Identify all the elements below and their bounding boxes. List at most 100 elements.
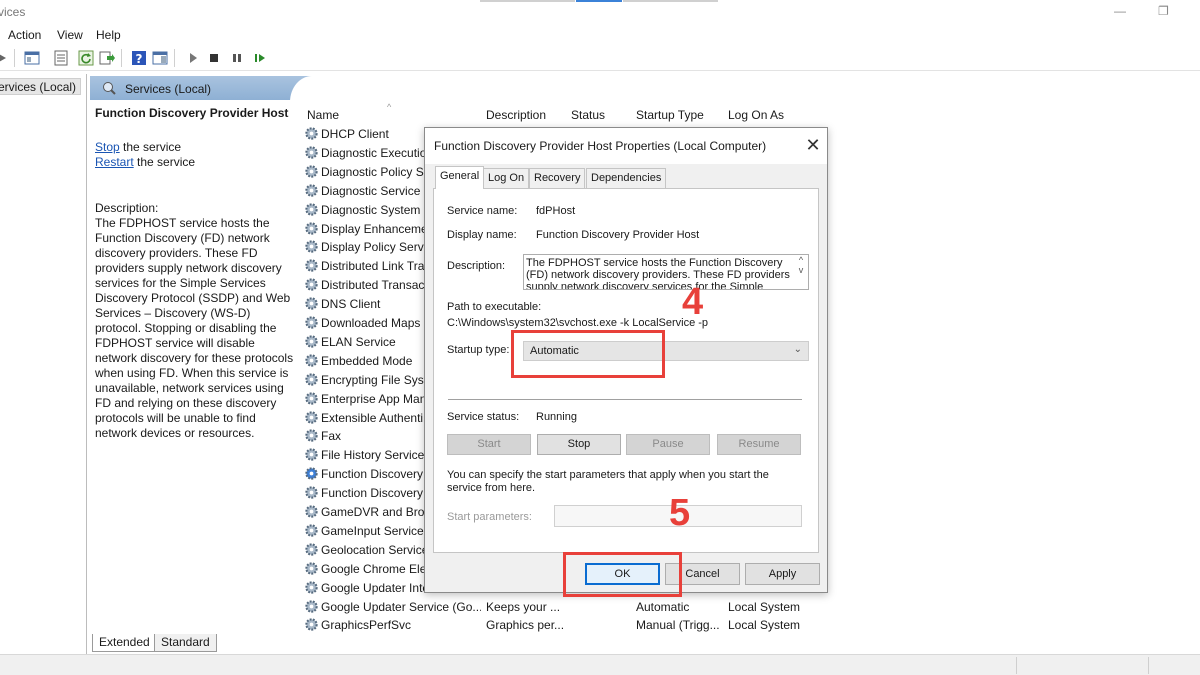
- restart-link-suffix: the service: [133, 155, 196, 169]
- toolbar-separator: [121, 49, 122, 67]
- pause-service-icon[interactable]: [229, 50, 245, 66]
- menu-view[interactable]: View: [57, 28, 83, 42]
- menu-help[interactable]: Help: [96, 28, 121, 42]
- column-header-startup-type[interactable]: Startup Type: [636, 108, 704, 122]
- start-button[interactable]: Start: [447, 434, 531, 455]
- start-service-icon[interactable]: [185, 50, 201, 66]
- stop-button[interactable]: Stop: [537, 434, 621, 455]
- background-tab-active: [576, 0, 622, 2]
- toolbar-separator: [174, 49, 175, 67]
- properties-icon[interactable]: [53, 50, 69, 66]
- chevron-down-icon: ⌄: [793, 344, 802, 355]
- toolbar-separator: [14, 49, 15, 67]
- service-gear-icon: [305, 599, 318, 613]
- status-bar-separator: [1148, 657, 1149, 674]
- service-gear-icon: [305, 146, 318, 159]
- column-header-status[interactable]: Status: [571, 108, 605, 122]
- service-log-on-as: Local System: [728, 599, 801, 614]
- service-startup-type: Automatic: [636, 599, 690, 614]
- console-tree-icon[interactable]: [24, 50, 40, 66]
- service-log-on-as: Local System: [728, 618, 801, 633]
- service-gear-icon: [305, 297, 318, 310]
- tab-dependencies[interactable]: Dependencies: [586, 168, 667, 188]
- column-header-description[interactable]: Description: [486, 108, 546, 122]
- pause-button[interactable]: Pause: [626, 434, 710, 455]
- console-tree: ervices (Local): [0, 74, 87, 654]
- start-parameters-label: Start parameters:: [447, 511, 532, 523]
- extended-description-pane: Function Discovery Provider Host Stop th…: [95, 106, 295, 441]
- sort-ascending-icon: ^: [387, 102, 392, 112]
- tab-extended[interactable]: Extended: [92, 634, 157, 652]
- description-label: Description:: [95, 201, 159, 215]
- restore-icon[interactable]: ❐: [1158, 4, 1169, 18]
- service-gear-icon: [305, 240, 318, 254]
- panel-header-title: Services (Local): [125, 82, 212, 96]
- description-field-label: Description:: [447, 260, 506, 272]
- column-header-log-on-as[interactable]: Log On As: [728, 108, 784, 122]
- service-gear-icon: [305, 524, 318, 537]
- help-icon[interactable]: ?: [131, 50, 147, 66]
- action-restart: Restart the service: [95, 155, 295, 170]
- close-icon[interactable]: ✕: [803, 135, 823, 155]
- service-gear-icon: [305, 202, 318, 216]
- table-row[interactable]: Google Updater Service (Go... Keeps your …: [302, 597, 1200, 616]
- start-parameters-help: You can specify the start parameters tha…: [447, 469, 769, 494]
- service-name-label: Service name:: [447, 205, 518, 217]
- tab-general[interactable]: General: [435, 166, 485, 189]
- refresh-icon[interactable]: [78, 50, 94, 66]
- export-list-icon[interactable]: [99, 50, 115, 66]
- table-row[interactable]: GraphicsPerfSvc Graphics per... Local Syst…: [302, 615, 1200, 634]
- window-title: vices: [0, 5, 26, 19]
- selected-service-title: Function Discovery Provider Host: [95, 106, 289, 120]
- column-header-name[interactable]: Name: [307, 108, 339, 122]
- description-scrollbar[interactable]: ^ v: [795, 255, 807, 289]
- service-gear-icon: [305, 221, 318, 235]
- restart-service-icon[interactable]: [252, 50, 268, 66]
- forward-icon[interactable]: [0, 50, 10, 66]
- apply-button[interactable]: Apply: [745, 563, 820, 585]
- description-textbox-text: The FDPHOST service hosts the Function D…: [526, 257, 790, 290]
- background-tab: [480, 0, 575, 2]
- services-search-icon: [103, 82, 116, 95]
- annotation-step-5: 5: [669, 492, 691, 534]
- action-stop: Stop the service: [95, 140, 295, 155]
- service-gear-icon: [305, 580, 318, 594]
- service-name: Google Updater Service (Go...: [321, 599, 481, 614]
- tab-log-on[interactable]: Log On: [483, 168, 530, 188]
- menu-action[interactable]: Action: [8, 28, 41, 42]
- tree-node-services-local[interactable]: ervices (Local): [0, 78, 82, 95]
- dialog-title-bar: Function Discovery Provider Host Propert…: [425, 128, 827, 164]
- service-description: Keeps your ...: [486, 599, 561, 614]
- service-name: GraphicsPerfSvc: [321, 618, 412, 633]
- scroll-down-icon[interactable]: v: [799, 265, 804, 275]
- service-gear-icon: [305, 543, 318, 556]
- service-gear-icon: [305, 486, 318, 499]
- restart-link[interactable]: Restart: [95, 155, 134, 169]
- service-gear-icon: [305, 184, 318, 197]
- background-tab: [623, 0, 718, 2]
- description-textbox[interactable]: The FDPHOST service hosts the Function D…: [523, 254, 809, 290]
- service-status-value: Running: [536, 411, 577, 423]
- tab-recovery[interactable]: Recovery: [529, 168, 586, 188]
- service-gear-icon: [305, 373, 318, 386]
- service-name-value: fdPHost: [536, 205, 576, 217]
- tab-standard[interactable]: Standard: [154, 634, 217, 652]
- display-name-value: Function Discovery Provider Host: [536, 229, 700, 241]
- stop-link[interactable]: Stop: [95, 140, 120, 154]
- service-gear-icon: [305, 278, 318, 291]
- service-status-label: Service status:: [447, 411, 520, 423]
- service-gear-icon: [305, 467, 318, 480]
- toolbar: ?: [0, 46, 1200, 71]
- service-gear-icon: [305, 618, 318, 632]
- minimize-icon[interactable]: —: [1114, 4, 1126, 18]
- service-startup-type: Manual (Trigg...: [636, 618, 720, 633]
- service-gear-icon: [305, 391, 318, 405]
- stop-service-icon[interactable]: [206, 50, 222, 66]
- path-label: Path to executable:: [447, 301, 542, 313]
- show-hide-action-pane-icon[interactable]: [152, 50, 168, 66]
- svg-text:?: ?: [136, 52, 143, 66]
- annotation-box-startup-type: [511, 330, 665, 378]
- resume-button[interactable]: Resume: [717, 434, 801, 455]
- service-gear-icon: [305, 505, 318, 518]
- scroll-up-icon[interactable]: ^: [799, 255, 803, 265]
